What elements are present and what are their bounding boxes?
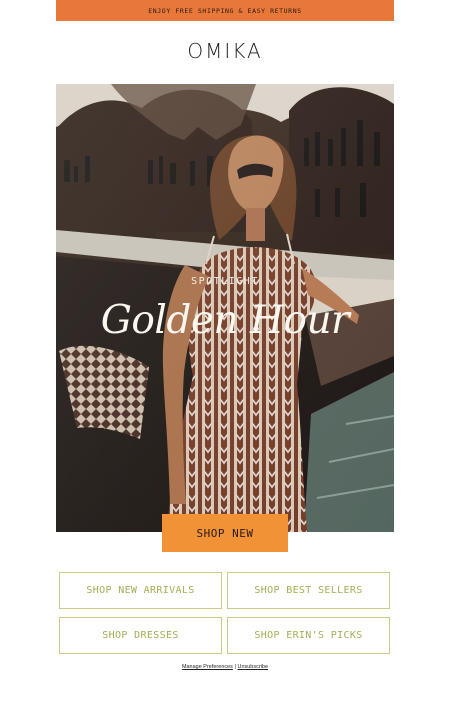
manage-preferences-link[interactable]: Manage Preferences bbox=[182, 664, 233, 670]
promo-banner-text: ENJOY FREE SHIPPING & EASY RETURNS bbox=[148, 6, 302, 15]
shop-best-sellers-button[interactable]: SHOP BEST SELLERS bbox=[227, 572, 390, 609]
promo-banner: ENJOY FREE SHIPPING & EASY RETURNS bbox=[56, 0, 394, 21]
hero-eyebrow: SPOTLIGHT bbox=[191, 276, 259, 287]
email-container: ENJOY FREE SHIPPING & EASY RETURNS OMIKA bbox=[56, 0, 394, 714]
shop-dresses-button[interactable]: SHOP DRESSES bbox=[59, 617, 222, 654]
hero-image[interactable]: SPOTLIGHT Golden Hour bbox=[56, 84, 394, 532]
unsubscribe-link[interactable]: Unsubscribe bbox=[238, 664, 269, 670]
shop-new-button[interactable]: SHOP NEW bbox=[162, 514, 288, 552]
brand-logo[interactable]: OMIKA bbox=[56, 39, 394, 63]
footer-separator: | bbox=[234, 664, 236, 670]
shop-erins-picks-button[interactable]: SHOP ERIN'S PICKS bbox=[227, 617, 390, 654]
email-footer: Manage Preferences | Unsubscribe bbox=[56, 664, 394, 670]
shop-new-arrivals-button[interactable]: SHOP NEW ARRIVALS bbox=[59, 572, 222, 609]
hero-title: Golden Hour bbox=[100, 298, 350, 343]
